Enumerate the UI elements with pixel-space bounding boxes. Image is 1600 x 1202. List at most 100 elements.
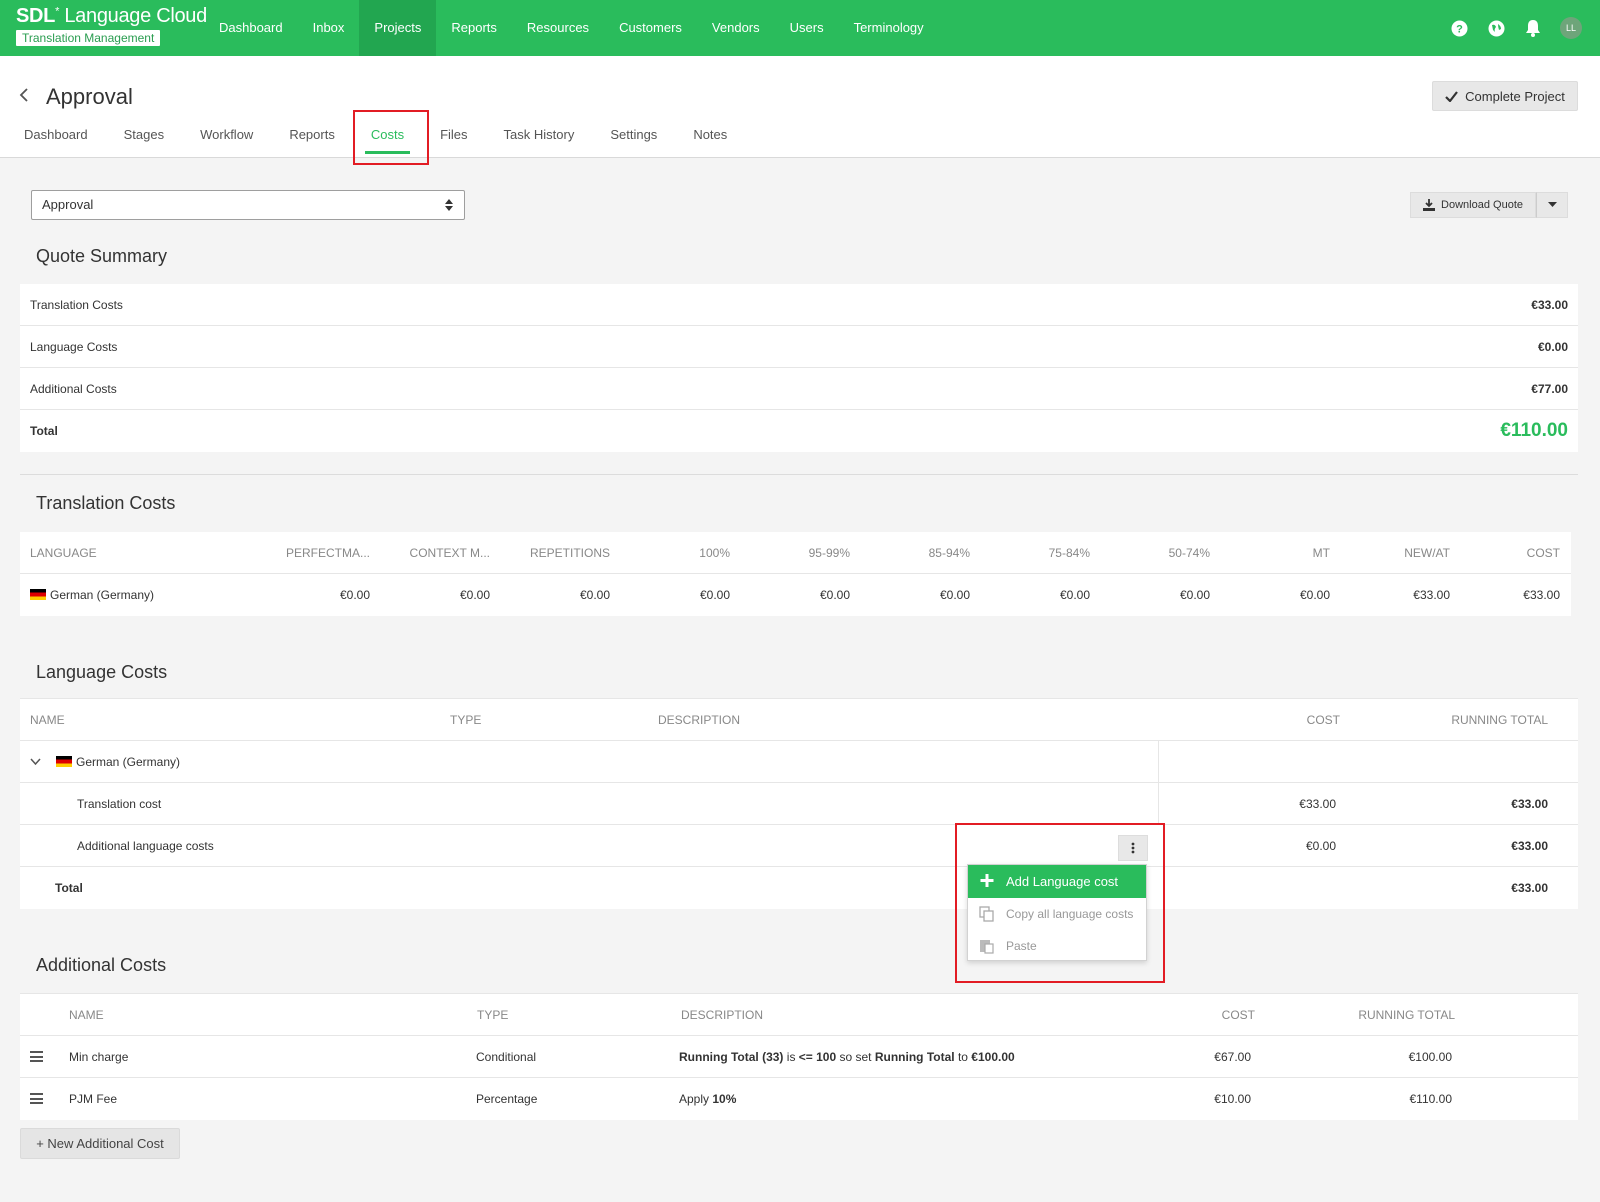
running-total: €33.00 — [1511, 839, 1548, 853]
nav-projects[interactable]: Projects — [359, 0, 437, 56]
cost-name: Min charge — [69, 1050, 129, 1064]
summary-row: Additional Costs €77.00 — [20, 368, 1578, 410]
german-flag-icon — [56, 756, 72, 767]
section-divider — [20, 474, 1578, 475]
tab-task-history[interactable]: Task History — [486, 118, 593, 158]
total-label: Total — [55, 881, 83, 895]
col-header: DESCRIPTION — [681, 1008, 764, 1022]
tab-settings[interactable]: Settings — [592, 118, 675, 158]
col-header: CONTEXT M... — [409, 546, 490, 560]
drag-handle-icon[interactable] — [30, 1093, 43, 1104]
tab-notes[interactable]: Notes — [675, 118, 745, 158]
value-cell: €33.00 — [1523, 588, 1560, 602]
quote-summary-panel: Translation Costs €33.00 Language Costs … — [20, 284, 1578, 452]
tab-dashboard[interactable]: Dashboard — [6, 118, 106, 158]
nav-users[interactable]: Users — [775, 0, 839, 56]
nav-resources[interactable]: Resources — [512, 0, 604, 56]
cost-value: €33.00 — [1299, 797, 1336, 811]
nav-terminology[interactable]: Terminology — [839, 0, 939, 56]
cost-description: Running Total (33) is <= 100 so set Runn… — [679, 1036, 1015, 1078]
value-cell: €0.00 — [1179, 588, 1210, 602]
language-name: German (Germany) — [50, 588, 155, 602]
main-nav: Dashboard Inbox Projects Reports Resourc… — [204, 0, 939, 56]
col-header: 50-74% — [1168, 546, 1210, 560]
tab-reports[interactable]: Reports — [271, 118, 353, 158]
help-icon[interactable]: ? — [1449, 18, 1469, 38]
stage-select[interactable]: Approval — [31, 190, 465, 220]
additional-costs-table: NAME TYPE DESCRIPTION COST RUNNING TOTAL… — [20, 993, 1578, 1120]
summary-value: €33.00 — [1531, 298, 1568, 312]
download-quote-button[interactable]: Download Quote — [1410, 192, 1536, 218]
column-divider — [1158, 783, 1159, 825]
language-costs-title: Language Costs — [36, 662, 168, 682]
cost-name: PJM Fee — [69, 1092, 118, 1106]
language-group-row[interactable]: German (Germany) — [20, 741, 1578, 783]
download-quote-group: Download Quote — [1410, 192, 1568, 218]
translation-costs-title: Translation Costs — [36, 493, 176, 513]
download-icon — [1423, 199, 1436, 211]
col-header: NAME — [30, 713, 65, 727]
desc-part: Running Total — [874, 1050, 955, 1064]
nav-dashboard[interactable]: Dashboard — [204, 0, 298, 56]
cost-value: €0.00 — [1305, 839, 1336, 853]
col-header: RUNNING TOTAL — [1451, 713, 1548, 727]
stage-select-value: Approval — [42, 197, 94, 212]
nav-customers[interactable]: Customers — [604, 0, 697, 56]
complete-project-button[interactable]: Complete Project — [1432, 81, 1578, 111]
summary-total-value: €110.00 — [1500, 420, 1568, 441]
bell-icon[interactable] — [1523, 18, 1543, 38]
col-header: RUNNING TOTAL — [1358, 1008, 1455, 1022]
table-row: Additional language costs €0.00 €33.00 — [20, 825, 1578, 867]
cost-description: Apply 10% — [679, 1078, 736, 1120]
cost-value: €10.00 — [1214, 1092, 1251, 1106]
avatar[interactable]: LL — [1560, 17, 1582, 39]
col-header: TYPE — [450, 713, 482, 727]
logo-brand: SDL — [16, 5, 56, 27]
table-header-row: LANGUAGE PERFECTMA... CONTEXT M... REPET… — [20, 532, 1571, 574]
nav-reports[interactable]: Reports — [436, 0, 512, 56]
svg-text:?: ? — [1456, 23, 1463, 35]
new-additional-cost-button[interactable]: + New Additional Cost — [20, 1128, 180, 1159]
language-cell: German (Germany) — [30, 574, 154, 616]
value-cell: €0.00 — [1299, 588, 1330, 602]
translation-costs-table: LANGUAGE PERFECTMA... CONTEXT M... REPET… — [20, 532, 1571, 616]
summary-label: Additional Costs — [30, 382, 117, 396]
complete-project-label: Complete Project — [1465, 88, 1565, 104]
running-total: €110.00 — [1409, 1092, 1453, 1106]
value-cell: €33.00 — [1413, 588, 1450, 602]
value-cell: €0.00 — [459, 588, 490, 602]
col-header: COST — [1526, 546, 1560, 560]
table-header-row: NAME TYPE DESCRIPTION COST RUNNING TOTAL — [20, 699, 1578, 741]
table-row: Min charge Conditional Running Total (33… — [20, 1036, 1578, 1078]
download-options-button[interactable] — [1536, 192, 1568, 218]
chevron-down-icon[interactable] — [30, 741, 41, 783]
tab-files[interactable]: Files — [422, 118, 485, 158]
running-total: €33.00 — [1511, 797, 1548, 811]
tab-workflow[interactable]: Workflow — [182, 118, 271, 158]
drag-handle-icon[interactable] — [30, 1051, 43, 1062]
table-row: Translation cost €33.00 €33.00 — [20, 783, 1578, 825]
back-icon[interactable] — [18, 86, 34, 106]
highlight-costs-tab — [353, 110, 429, 165]
summary-value: €77.00 — [1531, 382, 1568, 396]
globe-icon[interactable] — [1486, 18, 1506, 38]
col-header: NAME — [69, 1008, 104, 1022]
check-icon — [1445, 90, 1459, 102]
desc-part: Running Total (33) — [679, 1050, 784, 1064]
nav-vendors[interactable]: Vendors — [697, 0, 775, 56]
col-header: 95-99% — [808, 546, 850, 560]
tab-stages[interactable]: Stages — [106, 118, 182, 158]
summary-label: Language Costs — [30, 340, 118, 354]
language-name: German (Germany) — [76, 755, 181, 769]
language-cell: German (Germany) — [56, 741, 180, 783]
col-header: MT — [1312, 546, 1330, 560]
nav-inbox[interactable]: Inbox — [298, 0, 360, 56]
logo-subtitle: Translation Management — [16, 30, 161, 46]
running-total: €100.00 — [1408, 1050, 1452, 1064]
table-header-row: NAME TYPE DESCRIPTION COST RUNNING TOTAL — [20, 994, 1578, 1036]
top-icons: ? LL — [1449, 17, 1582, 39]
desc-part: €100.00 — [971, 1050, 1015, 1064]
quote-summary-title: Quote Summary — [36, 246, 168, 266]
logo[interactable]: SDL* Language Cloud Translation Manageme… — [16, 5, 207, 46]
col-header: COST — [1221, 1008, 1255, 1022]
